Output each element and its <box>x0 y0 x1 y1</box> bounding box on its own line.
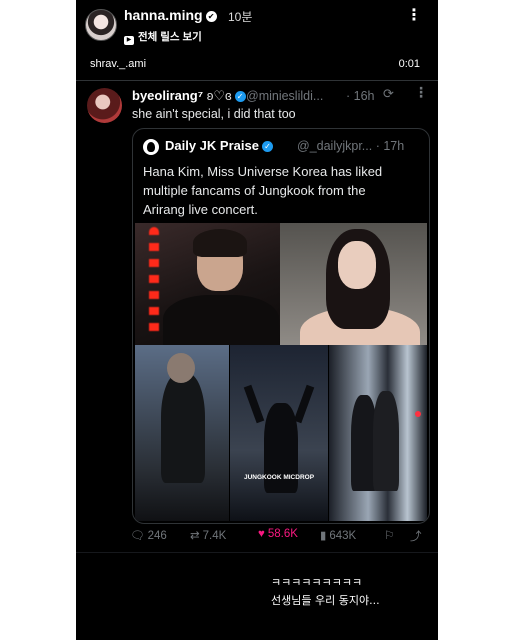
fancam-screenshot-1[interactable] <box>135 345 229 521</box>
divider <box>76 552 438 553</box>
quote-display-name-text: Daily JK Praise <box>165 138 259 153</box>
bookmark-button[interactable]: ⚐ <box>384 528 394 542</box>
quote-display-name: Daily JK Praise ✓ <box>165 138 273 153</box>
tweet-action-bar: 🗨︎ 246 ⇄ 7.4K ♥ 58.6K ▮ 643K ⚐ ⤴ <box>130 528 432 548</box>
figure-arm <box>243 384 265 424</box>
figure-hair <box>193 229 247 257</box>
quote-handle: @_dailyjkpr... · 17h <box>297 139 405 153</box>
quote-text-line: Arirang live concert. <box>143 202 258 217</box>
caption-line: ㅋㅋㅋㅋㅋㅋㅋㅋㅋ <box>271 576 363 589</box>
share-icon: ⤴ <box>410 531 422 543</box>
like-button[interactable]: ♥ 58.6K <box>258 528 298 540</box>
caption-line: 선생님들 우리 동지야... <box>271 594 380 607</box>
figure-body <box>161 373 205 483</box>
like-count: 58.6K <box>267 528 298 540</box>
video-timestamp: 0:01 <box>398 58 420 70</box>
blue-verified-icon: ✓ <box>261 141 273 152</box>
bar-chart-icon: ▮ <box>320 530 327 542</box>
view-all-reels-link[interactable]: ▶ 전체 릴스 보기 <box>124 29 202 45</box>
fancam-caption: JUNGKOOK MICDROP <box>243 474 315 481</box>
reply-count: 246 <box>147 530 167 542</box>
more-options-icon[interactable]: ⋮ <box>406 8 422 24</box>
quote-text-line: Hana Kim, Miss Universe Korea has liked <box>143 164 383 179</box>
figure-face <box>338 241 376 289</box>
tweet-more-icon[interactable]: ⋮ <box>414 84 428 101</box>
repost-count: 7.4K <box>202 530 227 542</box>
tweet-display-name-text: byeolirang⁷ <box>132 88 204 103</box>
share-button[interactable]: ⤴ <box>410 528 422 544</box>
views-button[interactable]: ▮ 643K <box>320 528 356 542</box>
tweet-avatar[interactable] <box>87 88 122 123</box>
story-caption: ㅋㅋㅋㅋㅋㅋㅋㅋㅋ 선생님들 우리 동지야... <box>271 574 380 610</box>
portrait-photo[interactable] <box>280 223 427 345</box>
tweet-age: · 16h <box>346 89 375 103</box>
reply-button[interactable]: 🗨︎ 246 <box>130 528 167 542</box>
reels-icon: ▶ <box>124 36 134 45</box>
reels-label: 전체 릴스 보기 <box>138 31 202 43</box>
repost-button[interactable]: ⇄ 7.4K <box>190 528 226 542</box>
blue-verified-icon: ✓ <box>234 91 246 102</box>
story-username[interactable]: hanna.ming ✔ <box>124 7 217 23</box>
quote-text: Hana Kim, Miss Universe Korea has liked … <box>143 162 421 219</box>
stage-lights <box>149 227 159 337</box>
bookmark-icon: ⚐ <box>384 530 395 542</box>
tweet-text: she ain't special, i did that too <box>132 107 296 121</box>
verified-icon: ✔ <box>205 11 217 22</box>
tweet-handle[interactable]: @minieslildi... <box>246 89 323 103</box>
concert-photo[interactable] <box>135 223 280 345</box>
heart-icon: ♥ <box>258 528 265 540</box>
tweet-display-name[interactable]: byeolirang⁷ ʚ♡ɞ ✓ <box>132 88 246 104</box>
grok-icon[interactable]: ⟳ <box>383 86 394 102</box>
repost-icon: ⇄ <box>190 530 200 542</box>
fancam-screenshot-3[interactable] <box>329 345 427 521</box>
figure-arm <box>293 384 315 424</box>
story-avatar[interactable] <box>85 9 117 41</box>
quote-avatar <box>143 139 159 155</box>
view-count: 643K <box>329 530 357 542</box>
quote-text-line: multiple fancams of Jungkook from the <box>143 183 366 198</box>
figure-body <box>163 295 279 345</box>
story-username-text[interactable]: hanna.ming <box>124 7 203 23</box>
heart-emoji-icon: ʚ♡ɞ <box>206 88 232 103</box>
story-viewer: hanna.ming ✔ 10분 ⋮ ▶ 전체 릴스 보기 shrav._.ami … <box>76 0 438 640</box>
story-time: 10분 <box>228 10 253 24</box>
fancam-screenshot-2[interactable]: JUNGKOOK MICDROP <box>230 345 328 521</box>
figure-head <box>167 353 195 383</box>
story-header: hanna.ming ✔ 10분 ⋮ ▶ 전체 릴스 보기 <box>76 0 438 50</box>
quoted-tweet[interactable]: Daily JK Praise ✓ @_dailyjkpr... · 17h Ha… <box>132 128 430 524</box>
like-dot <box>415 411 421 417</box>
divider <box>76 80 438 81</box>
reply-icon: 🗨︎ <box>130 530 145 542</box>
figure-body <box>373 391 399 491</box>
audio-username[interactable]: shrav._.ami <box>90 58 146 70</box>
